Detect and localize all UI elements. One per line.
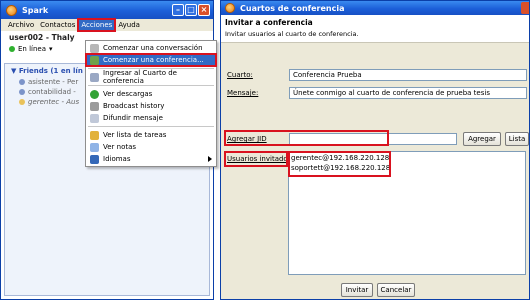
room-icon <box>90 72 99 82</box>
menu-item-downloads[interactable]: Ver descargas <box>86 88 216 100</box>
list-button[interactable]: Lista <box>505 132 529 146</box>
menu-divider <box>88 85 214 86</box>
message-label: Mensaje: <box>227 89 259 97</box>
chat-icon <box>90 43 99 53</box>
broadcast-icon <box>90 101 99 111</box>
menu-item-label: Difundir mensaje <box>103 114 163 122</box>
menu-item-label: Ver notas <box>103 143 137 151</box>
close-icon[interactable] <box>521 2 529 14</box>
menu-item-task-list[interactable]: Ver lista de tareas <box>86 129 216 141</box>
conference-titlebar[interactable]: Cuartos de conferencia <box>221 1 529 15</box>
room-row: Cuarto: Conferencia Prueba <box>227 69 527 81</box>
menu-item-label: Idiomas <box>103 155 131 163</box>
invited-label-callout-frame <box>224 151 288 167</box>
menu-item-label: Ingresar al Cuarto de conferencia <box>103 69 177 85</box>
message-row: Mensaje: Únete conmigo al cuarto de conf… <box>227 87 527 99</box>
menu-ayuda[interactable]: Ayuda <box>115 19 143 31</box>
menu-item-start-conference[interactable]: Comenzar una conferencia... <box>85 53 217 67</box>
contact-name: asistente - Per <box>28 78 79 86</box>
megaphone-icon <box>90 113 99 123</box>
chevron-down-icon: ▾ <box>49 45 53 53</box>
room-name-input[interactable]: Conferencia Prueba <box>289 69 527 81</box>
conference-icon <box>90 55 99 65</box>
menu-item-broadcast-history[interactable]: Broadcast history <box>86 100 216 112</box>
task-icon <box>90 130 99 140</box>
conference-window-title: Cuartos de conferencia <box>240 3 345 13</box>
menu-item-notes[interactable]: Ver notas <box>86 141 216 153</box>
menu-item-label: Comenzar una conversación <box>103 44 203 52</box>
group-label: Friends (1 en lín <box>18 67 83 75</box>
cancel-button[interactable]: Cancelar <box>377 283 415 297</box>
menu-item-start-conversation[interactable]: Comenzar una conversación <box>86 42 216 54</box>
dialog-heading: Invitar a conferencia <box>225 18 313 27</box>
message-input[interactable]: Únete conmigo al cuarto de conferencia d… <box>289 87 527 99</box>
conference-window: Cuartos de conferencia Invitar a confere… <box>220 0 530 300</box>
menu-item-label: Comenzar una conferencia... <box>103 56 204 64</box>
menu-item-label: Ver descargas <box>103 90 153 98</box>
acciones-dropdown: Comenzar una conversación Comenzar una c… <box>85 40 217 167</box>
window-controls: – □ × <box>172 4 210 16</box>
spark-titlebar[interactable]: Spark – □ × <box>1 1 213 19</box>
expand-arrow-icon: ▼ <box>11 67 19 75</box>
menu-item-enter-room[interactable]: Ingresar al Cuarto de conferencia <box>86 69 216 85</box>
room-label: Cuarto: <box>227 71 253 79</box>
add-jid-button[interactable]: Agregar <box>463 132 501 146</box>
maximize-icon[interactable]: □ <box>185 4 197 16</box>
offline-status-icon <box>19 79 25 85</box>
menu-divider <box>88 126 214 127</box>
spark-title: Spark <box>22 5 49 15</box>
menubar: Archivo Contactos Acciones Ayuda <box>1 18 213 32</box>
close-icon[interactable]: × <box>198 4 210 16</box>
minimize-icon[interactable]: – <box>172 4 184 16</box>
menu-item-languages[interactable]: Idiomas <box>86 153 216 165</box>
submenu-arrow-icon <box>208 156 212 162</box>
language-icon <box>90 154 99 164</box>
menu-item-label: Ver lista de tareas <box>103 131 167 139</box>
menu-item-broadcast-message[interactable]: Difundir mensaje <box>86 112 216 124</box>
away-status-icon <box>19 99 25 105</box>
menu-acciones[interactable]: Acciones <box>77 18 117 32</box>
jid-callout-frame <box>224 130 389 146</box>
notes-icon <box>90 142 99 152</box>
contact-name: gerentec - Aus <box>28 98 80 106</box>
menu-archivo[interactable]: Archivo <box>5 19 37 31</box>
invited-list-callout-frame <box>288 151 391 177</box>
online-status-icon <box>9 46 15 52</box>
spark-logo-icon <box>225 3 235 13</box>
download-icon <box>90 89 99 99</box>
spark-logo-icon <box>6 4 17 16</box>
menu-item-label: Broadcast history <box>103 102 165 110</box>
menu-contactos[interactable]: Contactos <box>37 19 78 31</box>
status-label: En línea <box>18 45 47 53</box>
invite-button[interactable]: Invitar <box>341 283 373 297</box>
dialog-header: Invitar a conferencia Invitar usuarios a… <box>221 15 529 43</box>
dialog-subheading: Invitar usuarios al cuarto de conferenci… <box>225 30 359 38</box>
offline-status-icon <box>19 89 25 95</box>
contact-name: contabilidad - <box>28 88 76 96</box>
